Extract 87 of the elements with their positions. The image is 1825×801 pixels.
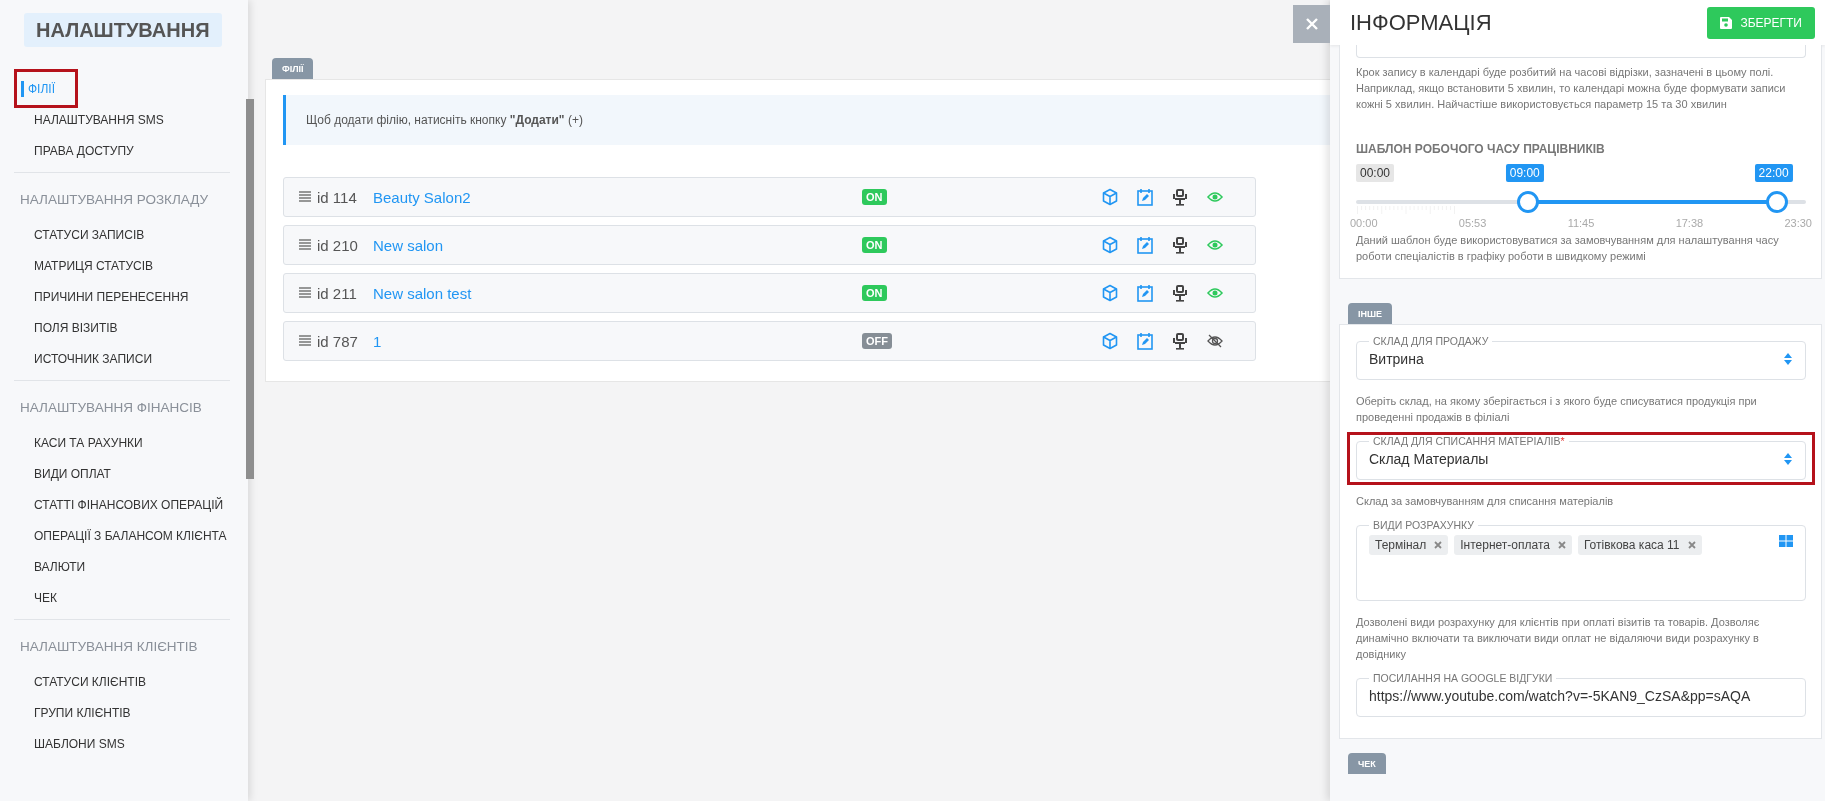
sidebar-item[interactable]: МАТРИЦЯ СТАТУСІВ (14, 250, 157, 281)
input-field[interactable] (1356, 45, 1806, 58)
sidebar-item[interactable]: КАСИ ТА РАХУНКИ (14, 427, 146, 458)
slider-thumb[interactable] (1517, 191, 1540, 213)
status-badge: ON (862, 285, 887, 301)
section-heading: НАЛАШТУВАННЯ ФІНАНСІВ (20, 399, 202, 415)
sort-arrows-icon (1783, 452, 1793, 466)
field-hint: Склад за замовчуванням для списання матеріалів (1356, 494, 1615, 509)
drag-handle-icon[interactable] (299, 287, 311, 299)
field-label: СКЛАД ДЛЯ ПРОДАЖУ (1372, 335, 1490, 347)
input-field[interactable]: ПОСИЛАННЯ НА GOOGLE ВІДГУКИ https://www.youtube.com/watch?v=-5KAN9_CzSA&pp=sAQA (1356, 672, 1806, 717)
section-heading: НАЛАШТУВАННЯ КЛІЄНТІВ (20, 638, 198, 654)
drag-handle-icon[interactable] (299, 239, 311, 251)
calendar-edit-icon[interactable] (1137, 284, 1153, 302)
field-hint: Дозволені види розрахунку для клієнтів при оплаті візитів та товарів. Дозволяє динамічно включати та виключати види оплат не відаляючи види розрахунку в довіднику (1356, 615, 1761, 662)
cube-icon[interactable] (1102, 236, 1118, 254)
branch-row[interactable]: id 787 1 OFF (283, 321, 1256, 361)
sidebar-item[interactable]: ШАБЛОНИ SMS (14, 728, 128, 759)
tag-chip[interactable]: Термінал (1369, 535, 1449, 555)
scale-label: 17:38 (1675, 217, 1704, 229)
status-badge: ON (862, 189, 887, 205)
drag-handle-icon[interactable] (299, 191, 311, 203)
sort-arrows-icon (1783, 352, 1793, 366)
scrollbar[interactable] (245, 99, 254, 479)
cube-icon[interactable] (1102, 332, 1118, 350)
chair-icon[interactable] (1172, 236, 1188, 254)
cube-icon[interactable] (1102, 284, 1118, 302)
sidebar-item[interactable]: ЧЕК (14, 582, 60, 613)
drag-handle-icon[interactable] (299, 335, 311, 347)
grid-icon[interactable] (1779, 535, 1793, 547)
sidebar-item[interactable]: ВАЛЮТИ (14, 551, 89, 582)
cube-icon[interactable] (1102, 188, 1118, 206)
status-badge: OFF (862, 333, 892, 349)
sidebar-item[interactable]: ПОЛЯ ВІЗИТІВ (14, 312, 121, 343)
slider-thumb[interactable] (1766, 191, 1789, 213)
field-hint: Оберіть склад, на якому зберігається і з якого буде списуватися продукція при проведенні продажів в філіалі (1356, 394, 1758, 425)
sidebar-item[interactable]: СТАТУСИ ЗАПИСІВ (14, 219, 148, 250)
field-label: ВИДИ РОЗРАХУНКУ (1372, 519, 1475, 531)
chair-icon[interactable] (1172, 188, 1188, 206)
branch-row[interactable]: id 211 New salon test ON (283, 273, 1256, 313)
branch-id: id 211 (317, 284, 358, 302)
sidebar-item[interactable]: ПРАВА ДОСТУПУ (14, 135, 137, 166)
remove-icon[interactable] (1687, 541, 1696, 549)
tag-chip[interactable]: Інтернет-оплата (1454, 535, 1572, 555)
field-hint: Даний шаблон буде використовуватися за замовчуванням для налаштування часу роботи спеціалістів в графіку роботи в швидкому режимі (1356, 233, 1780, 264)
sidebar-item[interactable]: ВИДИ ОПЛАТ (14, 458, 114, 489)
close-button[interactable] (1293, 5, 1330, 43)
select-field[interactable]: СКЛАД ДЛЯ ПРОДАЖУ Витрина (1356, 335, 1806, 380)
tag-chip[interactable]: Готівкова каса 11 (1577, 535, 1702, 555)
field-hint: Крок запису в календарі буде розбитий на часові відрізки, зазначені в цьому полі. Наприклад, якщо встановити 5 хвилин, то календарі можна буде формувати записи кожні 5 хвилин. Найчастіше використовується параметр 15 та 30 хвилин (1356, 65, 1787, 112)
panel-title: ІНФОРМАЦІЯ (1350, 9, 1492, 36)
multi-select-field[interactable]: ВИДИ РОЗРАХУНКУ Термінал Інтернет-оплата Готівкова каса 11 (1356, 519, 1806, 601)
field-label: ПОСИЛАННЯ НА GOOGLE ВІДГУКИ (1372, 672, 1554, 684)
scale-label: 05:53 (1458, 217, 1487, 229)
select-field[interactable]: СКЛАД ДЛЯ СПИСАННЯ МАТЕРІАЛІВ* Склад Материалы (1356, 435, 1806, 480)
sidebar-item[interactable]: ИСТОЧНИК ЗАПИСИ (14, 343, 156, 374)
section-heading: ШАБЛОН РОБОЧОГО ЧАСУ ПРАЦІВНИКІВ (1356, 142, 1606, 156)
sidebar-item[interactable]: ОПЕРАЦІЇ З БАЛАНСОМ КЛІЄНТА (14, 520, 230, 551)
eye-slash-icon[interactable] (1207, 332, 1223, 350)
branch-row[interactable]: id 114 Beauty Salon2 ON (283, 177, 1256, 217)
sidebar-item[interactable]: СТАТТІ ФІНАНСОВИХ ОПЕРАЦІЙ (14, 489, 227, 520)
sidebar-title: НАЛАШТУВАННЯ (24, 13, 222, 47)
status-badge: ON (862, 237, 887, 253)
branch-id: id 210 (317, 236, 359, 254)
field-label: СКЛАД ДЛЯ СПИСАННЯ МАТЕРІАЛІВ* (1372, 435, 1566, 447)
min-label: 00:00 (1356, 164, 1395, 182)
close-icon (1305, 18, 1318, 30)
calendar-edit-icon[interactable] (1137, 188, 1153, 206)
branch-id: id 114 (317, 188, 358, 206)
sidebar-item[interactable]: ГРУПИ КЛІЄНТІВ (14, 697, 134, 728)
branch-id: id 787 (317, 332, 359, 350)
calendar-edit-icon[interactable] (1137, 332, 1153, 350)
chair-icon[interactable] (1172, 284, 1188, 302)
scale-label: 00:00 (1350, 217, 1378, 229)
sidebar-item[interactable]: ПРИЧИНИ ПЕРЕНЕСЕННЯ (14, 281, 192, 312)
chair-icon[interactable] (1172, 332, 1188, 350)
remove-icon[interactable] (1557, 541, 1566, 549)
scale-label: 11:45 (1567, 217, 1595, 229)
sidebar-item[interactable]: СТАТУСИ КЛІЄНТІВ (14, 666, 149, 697)
value-bubble: 22:00 (1754, 164, 1793, 182)
remove-icon[interactable] (1434, 541, 1443, 549)
branch-row[interactable]: id 210 New salon ON (283, 225, 1256, 265)
value-bubble: 09:00 (1505, 164, 1544, 182)
section-heading: НАЛАШТУВАННЯ РОЗКЛАДУ (20, 191, 209, 207)
calendar-edit-icon[interactable] (1137, 236, 1153, 254)
scale-label: 23:30 (1784, 217, 1812, 229)
info-notice: Щоб додати філію, натисніть кнопку "Додати" (+) (283, 95, 1330, 145)
